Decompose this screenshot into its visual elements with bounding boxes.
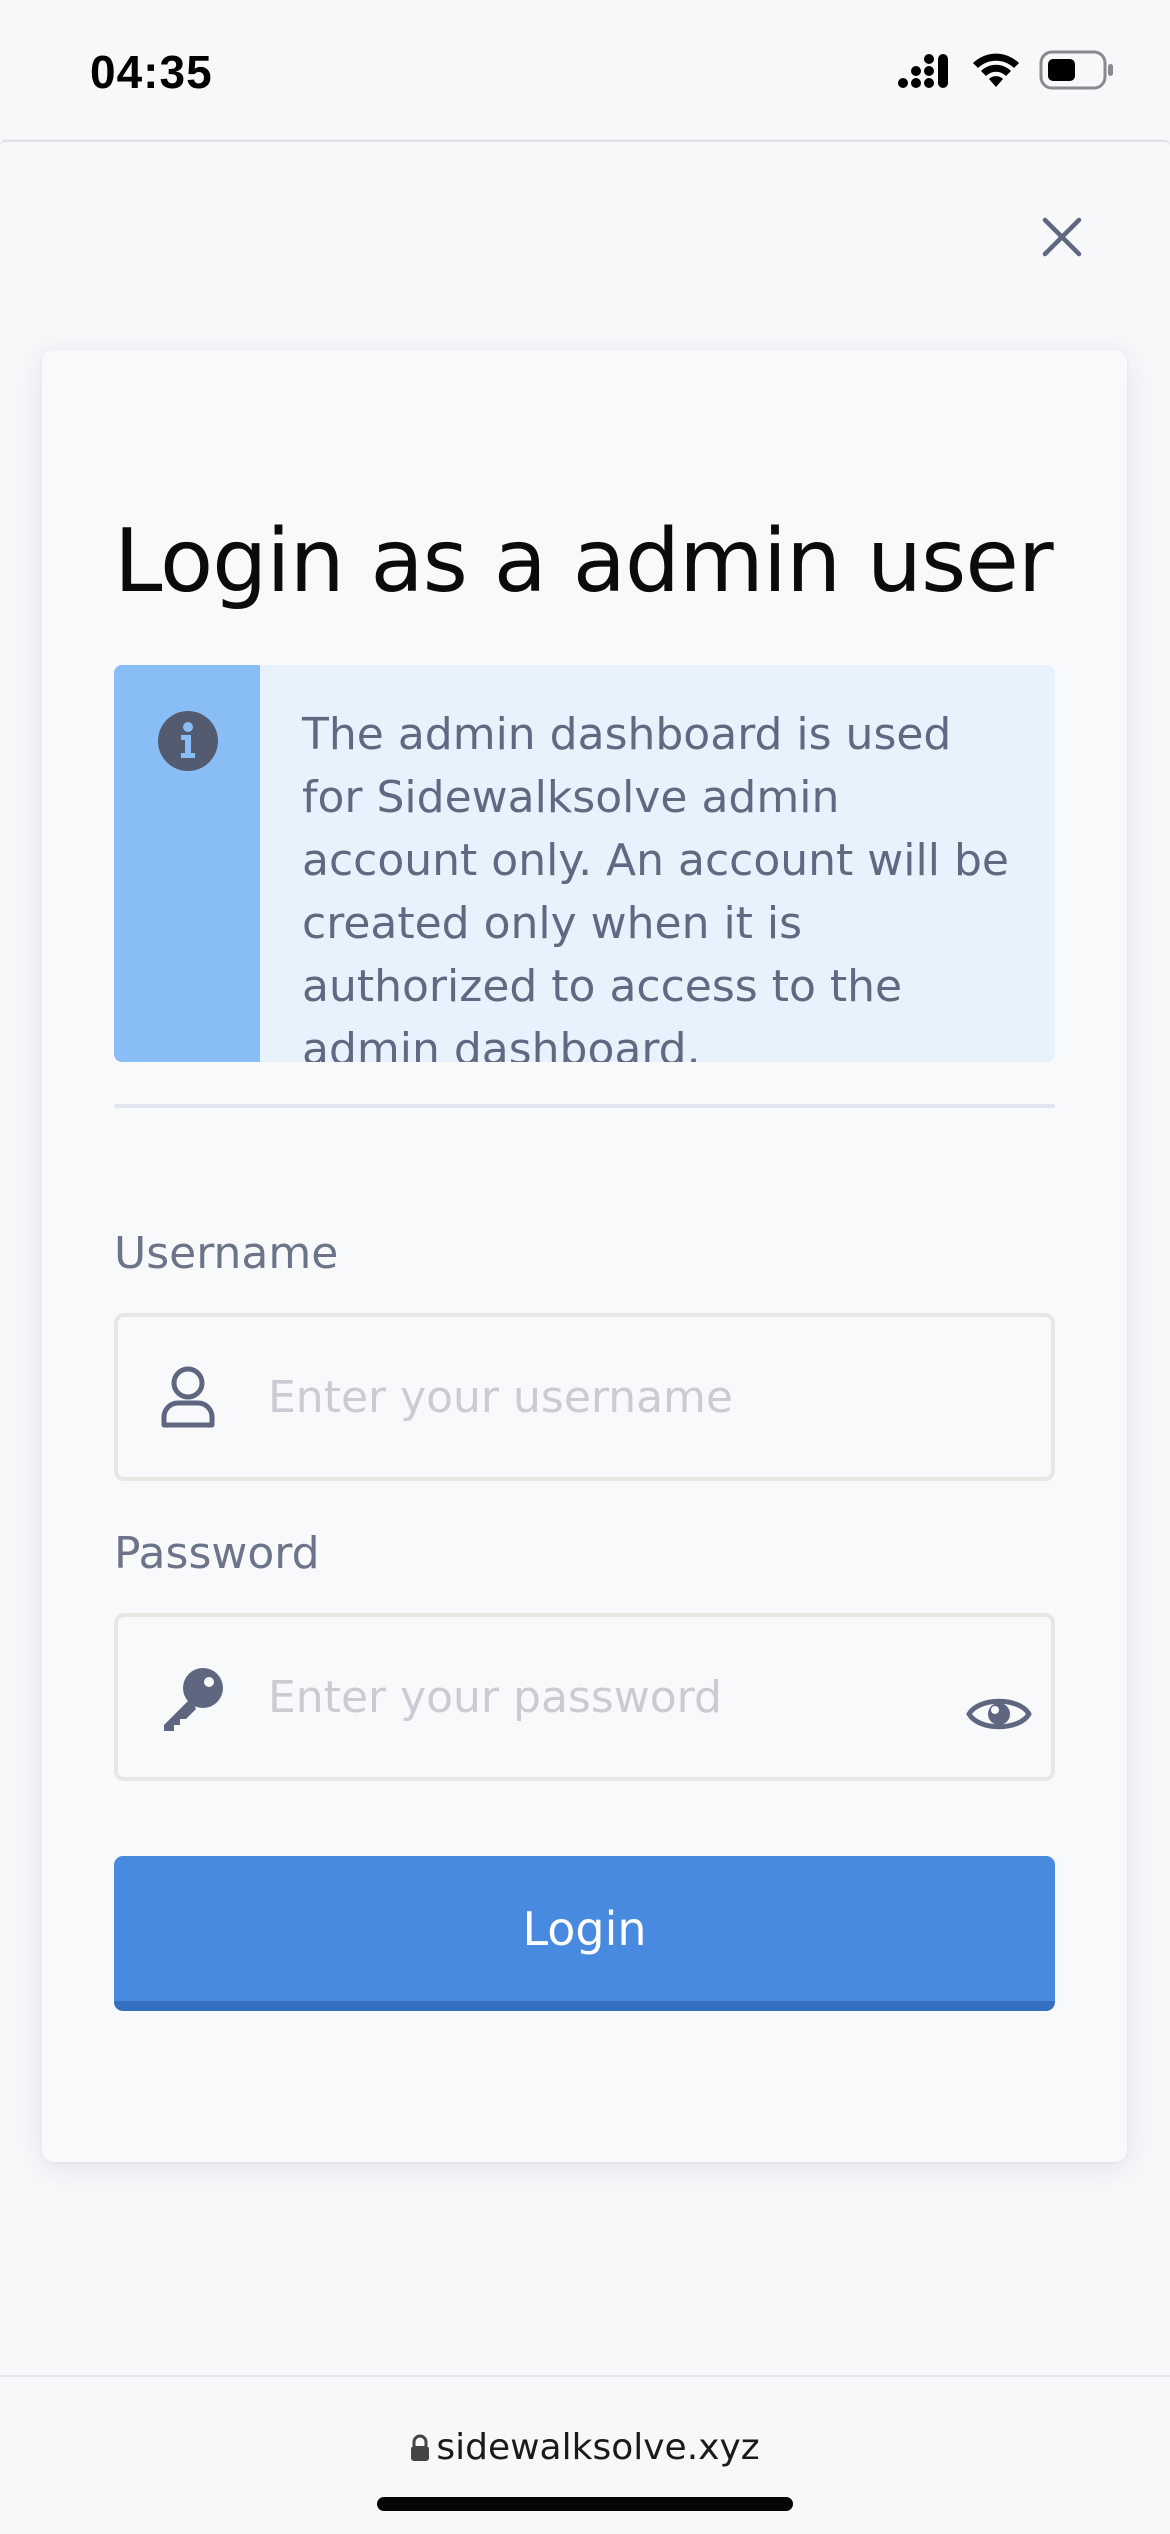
status-time: 04:35 [90,46,213,98]
username-input[interactable] [268,1317,968,1477]
status-icons [879,50,1115,90]
close-button[interactable] [1030,205,1094,269]
close-icon [1042,217,1082,257]
password-input[interactable] [268,1617,968,1777]
password-label: Password [114,1528,320,1579]
home-indicator[interactable] [377,2497,793,2511]
key-icon [164,1668,223,1731]
login-button[interactable]: Login [114,1856,1055,2011]
info-icon [158,711,218,771]
info-text: The admin dashboard is used for Sidewalk… [302,709,1009,1062]
url-text: sidewalksolve.xyz [436,2427,760,2468]
info-notice: The admin dashboard is used for Sidewalk… [114,665,1055,1062]
page-title: Login as a admin user [114,510,1054,612]
battery-icon [1039,50,1113,90]
lock-icon [411,2434,430,2461]
user-icon [161,1366,215,1428]
wifi-icon [973,53,1019,87]
cellular-signal-icon [898,54,948,88]
username-label: Username [114,1228,339,1279]
status-bar: 04:35 [0,0,1170,140]
eye-icon[interactable] [966,1691,1032,1737]
username-field[interactable] [114,1313,1055,1481]
divider [114,1104,1055,1108]
password-field[interactable] [114,1613,1055,1781]
login-card: Login as a admin user The admin dashboar… [42,350,1127,2162]
url-bar[interactable]: sidewalksolve.xyz [0,2427,1170,2468]
